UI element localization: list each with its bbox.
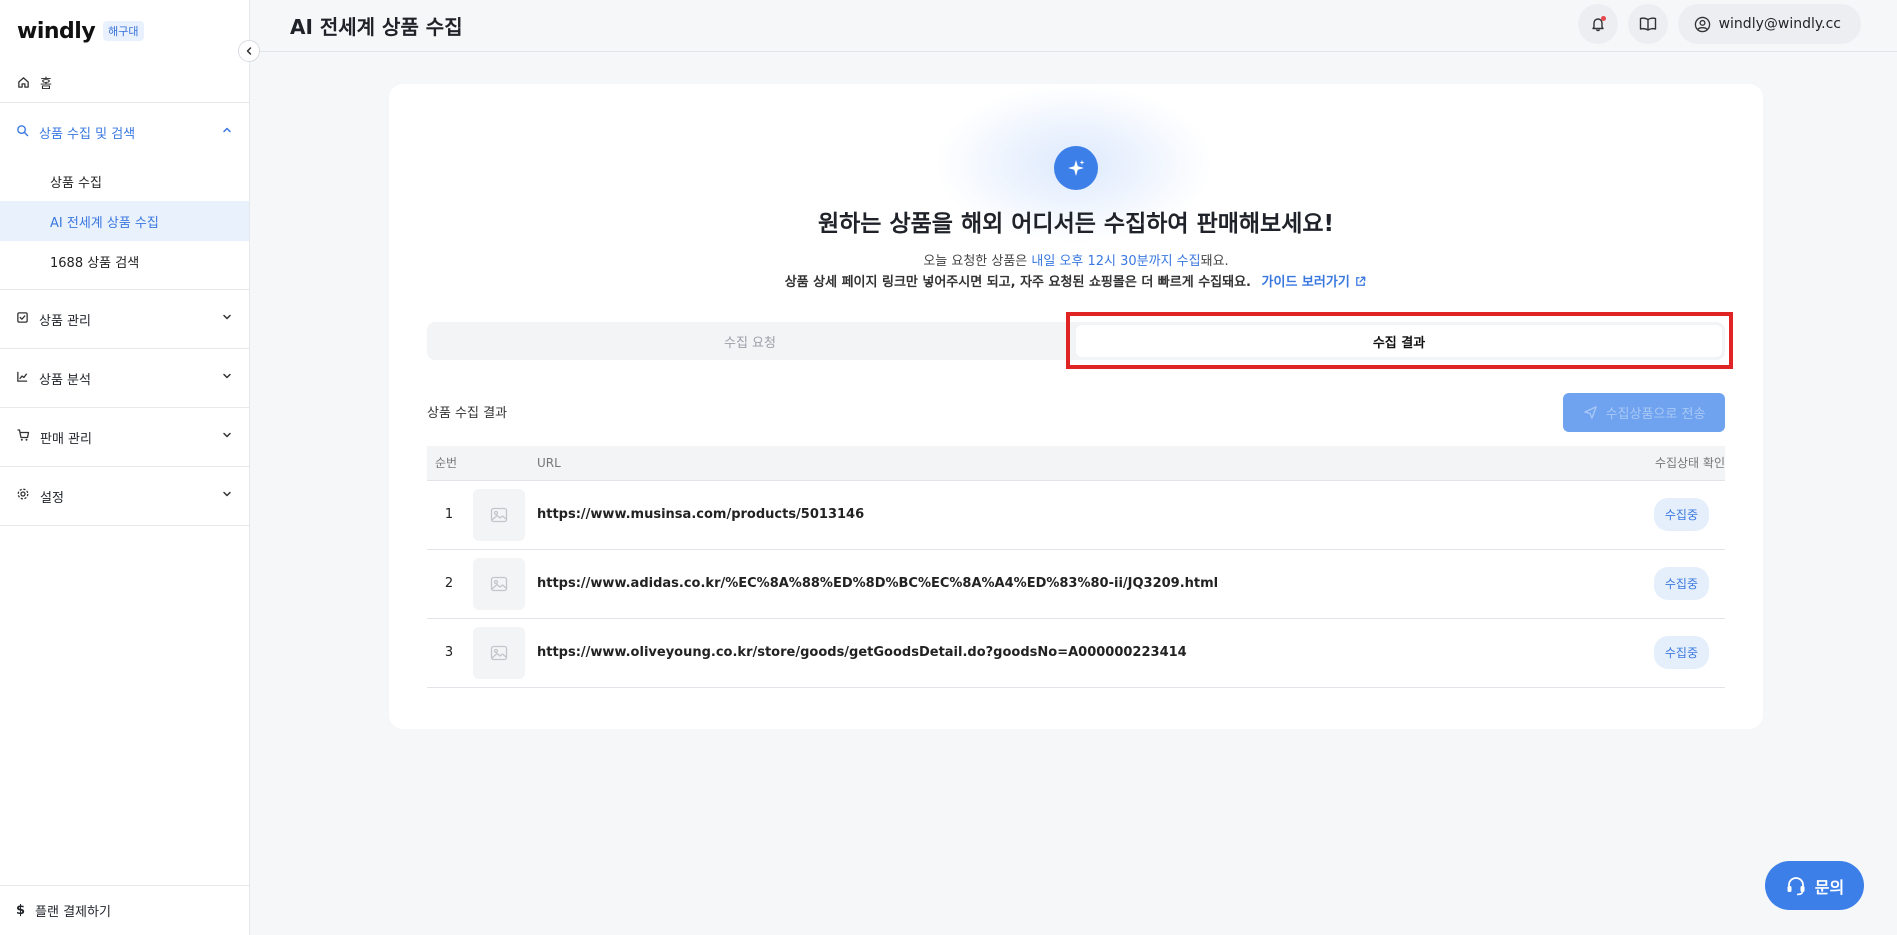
sidebar-item-ai-global-collect[interactable]: AI 전세계 상품 수집 (0, 201, 249, 241)
column-header-status: 수집상태 확인 (1585, 446, 1725, 481)
table-row: 1 https://www.musinsa.com/products/50131… (427, 480, 1725, 550)
row-number: 2 (427, 549, 471, 619)
chevron-down-icon (221, 370, 233, 386)
sidebar-group-product-manage-header[interactable]: 상품 관리 (0, 290, 249, 348)
hero-line1-highlight: 내일 오후 12시 30분까지 수집 (1031, 254, 1201, 269)
book-icon (1639, 17, 1656, 31)
status-cell: 수집중 (1585, 549, 1725, 619)
chevron-left-icon (246, 47, 252, 55)
sidebar-group-settings-header[interactable]: 설정 (0, 467, 249, 525)
collect-card: 원하는 상품을 해외 어디서든 수집하여 판매해보세요! 오늘 요청한 상품은 … (389, 84, 1763, 729)
user-menu-button[interactable]: windly@windly.cc (1677, 4, 1861, 44)
checklist-icon (16, 311, 29, 328)
sidebar-group-sales-manage-header[interactable]: 판매 관리 (0, 408, 249, 466)
hero-line1-prefix: 오늘 요청한 상품은 (923, 254, 1032, 269)
row-url[interactable]: https://www.adidas.co.kr/%EC%8A%88%ED%8D… (537, 549, 1585, 619)
chevron-down-icon (221, 311, 233, 327)
guide-link[interactable]: 가이드 보러가기 (1262, 275, 1368, 290)
home-icon (16, 75, 30, 89)
guide-link-label: 가이드 보러가기 (1261, 275, 1350, 290)
table-row: 2 https://www.adidas.co.kr/%EC%8A%88%ED%… (427, 549, 1725, 619)
chevron-up-icon (221, 124, 233, 140)
row-url[interactable]: https://www.oliveyoung.co.kr/store/goods… (537, 618, 1585, 688)
top-actions: windly@windly.cc (1577, 4, 1861, 44)
sidebar-group-label: 판매 관리 (40, 431, 92, 447)
sidebar-group-settings: 설정 (0, 466, 249, 526)
sidebar-item-1688-search[interactable]: 1688 상품 검색 (0, 241, 249, 281)
column-header-no: 순번 (427, 446, 471, 481)
tab-collect-result[interactable]: 수집 결과 (1076, 325, 1722, 357)
sidebar: windly 해구대 홈 상품 수집 및 검색 상품 수집 AI 전세계 상품 … (0, 0, 250, 935)
hero-description-2: 상품 상세 페이지 링크만 넣어주시면 되고, 자주 요청된 쇼핑몰은 더 빠르… (389, 271, 1763, 290)
logo-badge: 해구대 (103, 21, 144, 41)
top-bar: AI 전세계 상품 수집 windly@windly.cc (251, 0, 1897, 52)
table-row: 3 https://www.oliveyoung.co.kr/store/goo… (427, 618, 1725, 688)
sidebar-group-label: 상품 관리 (39, 313, 91, 329)
chart-icon (16, 370, 29, 387)
thumbnail-cell (471, 480, 537, 550)
chevron-down-icon (221, 488, 233, 504)
thumbnail-cell (471, 618, 537, 688)
column-header-thumb (471, 446, 537, 481)
sidebar-item-label: 홈 (40, 76, 52, 92)
user-email: windly@windly.cc (1718, 16, 1841, 32)
sidebar-group-label: 상품 분석 (39, 372, 91, 388)
cart-icon (16, 428, 30, 446)
image-placeholder-icon (473, 626, 525, 679)
column-header-url: URL (537, 446, 1585, 481)
status-badge[interactable]: 수집중 (1653, 567, 1709, 600)
sidebar-group-collect-header[interactable]: 상품 수집 및 검색 (0, 103, 249, 161)
sidebar-group-sales-manage: 판매 관리 (0, 407, 249, 466)
dollar-icon: $ (16, 903, 26, 918)
status-cell: 수집중 (1585, 480, 1725, 550)
status-badge[interactable]: 수집중 (1653, 498, 1709, 531)
external-link-icon (1356, 276, 1366, 286)
headset-icon (1787, 876, 1805, 895)
notification-button[interactable] (1577, 4, 1618, 44)
sidebar-group-label: 상품 수집 및 검색 (39, 126, 136, 142)
table-header-row: 순번 URL 수집상태 확인 (427, 446, 1725, 481)
thumbnail-cell (471, 549, 537, 619)
image-placeholder-icon (473, 557, 525, 610)
logo[interactable]: windly (17, 19, 96, 44)
image-placeholder-icon (473, 488, 525, 541)
send-button-label: 수집상품으로 전송 (1605, 407, 1706, 422)
inquiry-button[interactable]: 문의 (1765, 861, 1864, 910)
results-table: 순번 URL 수집상태 확인 1 https://www.musinsa.com… (427, 446, 1725, 688)
sidebar-group-product-analysis: 상품 분석 (0, 348, 249, 407)
section-title: 상품 수집 결과 (427, 406, 508, 421)
hero-line2-text: 상품 상세 페이지 링크만 넣어주시면 되고, 자주 요청된 쇼핑몰은 더 빠르… (784, 275, 1251, 290)
row-number: 1 (427, 480, 471, 550)
send-to-collected-button[interactable]: 수집상품으로 전송 (1563, 393, 1725, 432)
sidebar-item-label: 플랜 결제하기 (35, 905, 111, 920)
hero-title: 원하는 상품을 해외 어디서든 수집하여 판매해보세요! (817, 211, 1335, 237)
inquiry-label: 문의 (1814, 877, 1845, 897)
gear-icon (16, 487, 30, 505)
sidebar-item-home[interactable]: 홈 (0, 62, 249, 102)
sidebar-group-product-analysis-header[interactable]: 상품 분석 (0, 349, 249, 407)
sidebar-group-product-manage: 상품 관리 (0, 289, 249, 348)
sidebar-group-collect: 상품 수집 및 검색 상품 수집 AI 전세계 상품 수집 1688 상품 검색 (0, 102, 249, 289)
collect-tabs: 수집 요청 수집 결과 (427, 322, 1725, 360)
status-badge[interactable]: 수집중 (1653, 636, 1709, 669)
chevron-down-icon (221, 429, 233, 445)
row-number: 3 (427, 618, 471, 688)
sidebar-item-plan-payment[interactable]: $ 플랜 결제하기 (0, 885, 250, 935)
logo-row: windly 해구대 (0, 0, 249, 62)
sidebar-collapse-button[interactable] (238, 40, 260, 62)
notification-dot (1600, 16, 1606, 21)
page-title: AI 전세계 상품 수집 (290, 15, 463, 39)
status-cell: 수집중 (1585, 618, 1725, 688)
send-icon (1583, 406, 1597, 419)
sidebar-group-label: 설정 (40, 490, 64, 506)
guide-book-button[interactable] (1627, 4, 1668, 44)
user-icon (1694, 16, 1710, 32)
search-icon (16, 124, 29, 141)
row-url[interactable]: https://www.musinsa.com/products/5013146 (537, 480, 1585, 550)
tab-collect-request[interactable]: 수집 요청 (427, 322, 1073, 360)
hero-description-1: 오늘 요청한 상품은 내일 오후 12시 30분까지 수집돼요. (389, 250, 1763, 269)
hero-line1-suffix: 돼요. (1200, 254, 1229, 269)
sparkle-icon (1054, 146, 1098, 190)
sidebar-item-product-collect[interactable]: 상품 수집 (0, 161, 249, 201)
